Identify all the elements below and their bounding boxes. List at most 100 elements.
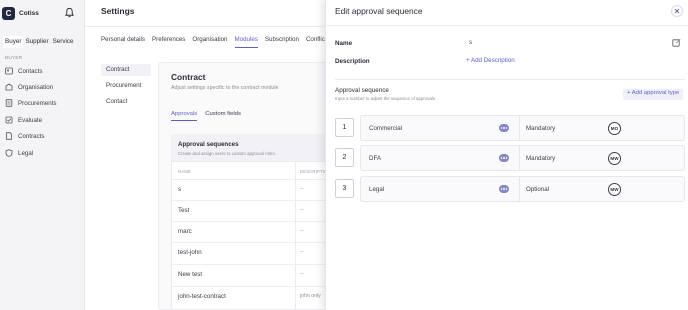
close-button[interactable] — [671, 5, 683, 17]
approvals-card-header — [171, 134, 331, 162]
sequence-hint: Input a number to adjust the sequence of… — [335, 96, 436, 101]
tab-approvals[interactable]: Approvals — [171, 111, 198, 121]
settings-tabs: Personal details Preferences Organisatio… — [101, 36, 327, 49]
table-row[interactable]: test-john -- — [172, 242, 330, 263]
sequence-label: Approval sequence — [335, 87, 389, 94]
sequence-number-input[interactable]: 1 — [335, 118, 354, 137]
page-title: Settings — [101, 6, 135, 16]
sidebar-item-label: Organisation — [18, 83, 54, 91]
tab-preferences[interactable]: Preferences — [152, 36, 185, 48]
row-description: -- — [300, 186, 304, 192]
row-name: s — [178, 186, 182, 193]
role-supplier[interactable]: Supplier — [23, 36, 50, 48]
sidebar-item-label: Contacts — [18, 67, 43, 75]
role-buyer[interactable]: Buyer — [3, 36, 24, 48]
step-name: DFA — [369, 155, 382, 162]
more-options-icon[interactable] — [499, 154, 509, 162]
approvals-description: Create and assign users to custom approv… — [178, 151, 276, 156]
brand-name: Cotiss — [19, 9, 39, 17]
row-name: test-john — [178, 249, 202, 256]
tab-conflict[interactable]: Conflict — [306, 36, 327, 48]
sidebar-item-contacts[interactable]: Contacts — [5, 65, 81, 77]
sub-nav-contract[interactable]: Contract — [101, 64, 151, 76]
table-row[interactable]: s -- — [172, 179, 330, 200]
avatar: MO — [608, 122, 621, 135]
description-label: Description — [335, 58, 370, 65]
step-divider — [519, 177, 520, 201]
sidebar-item-procurements[interactable]: Procurements — [5, 97, 81, 109]
brand-logo: C — [2, 6, 15, 20]
row-name: Test — [178, 207, 190, 214]
avatar: MW — [608, 183, 621, 196]
tab-organisation[interactable]: Organisation — [192, 36, 227, 48]
tab-custom-fields[interactable]: Custom fields — [205, 111, 241, 121]
drawer-section-divider — [335, 79, 685, 80]
procurements-icon — [5, 99, 13, 107]
row-description: -- — [300, 228, 304, 234]
add-approval-type-button[interactable]: + Add approval type — [623, 89, 684, 100]
table-row[interactable]: marc -- — [172, 221, 330, 242]
step-requirement: Optional — [526, 186, 550, 193]
edit-icon[interactable] — [672, 38, 681, 47]
name-label: Name — [335, 40, 353, 47]
row-description: -- — [300, 249, 304, 255]
step-divider — [519, 116, 520, 140]
sequence-step-card: Legal Optional MW — [360, 176, 685, 202]
sub-nav-procurement[interactable]: Procurement — [101, 80, 151, 92]
sequence-step-card: Commercial Mandatory MO — [360, 115, 685, 141]
bell-icon[interactable] — [64, 7, 75, 18]
table-row[interactable]: john-test-contract john only — [172, 286, 330, 307]
column-header-name: NAME — [178, 169, 191, 174]
step-requirement: Mandatory — [526, 125, 556, 132]
step-name: Legal — [369, 186, 385, 193]
sidebar-item-legal[interactable]: Legal — [5, 147, 81, 159]
contracts-icon — [6, 132, 12, 140]
sequence-number-input[interactable]: 2 — [335, 148, 354, 167]
evaluate-icon — [5, 116, 13, 124]
sidebar-section-label: BUYER — [5, 55, 23, 60]
row-description: -- — [300, 271, 304, 277]
sidebar-item-label: Evaluate — [18, 116, 43, 124]
sidebar-item-label: Legal — [18, 149, 34, 157]
sequence-step-card: DFA Mandatory MW — [360, 145, 685, 171]
sidebar-item-label: Contracts — [18, 132, 45, 140]
sub-nav-contact[interactable]: Contact — [101, 96, 151, 108]
sidebar-item-label: Procurements — [18, 99, 57, 107]
role-switcher: Buyer Supplier Service — [3, 36, 77, 48]
more-options-icon[interactable] — [499, 124, 509, 132]
row-name: New test — [178, 271, 203, 278]
avatar: MW — [608, 152, 621, 165]
row-description: -- — [300, 207, 304, 213]
drawer-divider — [325, 25, 688, 26]
name-value: s — [469, 40, 472, 46]
row-name: john-test-contract — [178, 293, 226, 300]
table-row[interactable]: Test -- — [172, 200, 330, 221]
contract-subtitle: Adjust settings specific to the contract… — [171, 85, 279, 91]
step-requirement: Mandatory — [526, 155, 556, 162]
table-row[interactable]: New test -- — [172, 264, 330, 285]
sequence-number-input[interactable]: 3 — [335, 179, 354, 198]
sequence-step: 1 Commercial Mandatory MO — [335, 115, 685, 141]
step-name: Commercial — [369, 125, 403, 132]
module-sub-nav: Contract Procurement Contact — [101, 64, 151, 112]
contract-tabs: Approvals Custom fields — [171, 111, 241, 121]
tab-modules[interactable]: Modules — [234, 36, 258, 48]
sidebar-item-organisation[interactable]: Organisation — [5, 81, 81, 93]
sequence-step: 2 DFA Mandatory MW — [335, 145, 685, 171]
more-options-icon[interactable] — [499, 185, 509, 193]
sidebar-item-contracts[interactable]: Contracts — [5, 130, 81, 142]
step-divider — [519, 146, 520, 170]
contract-title: Contract — [171, 72, 206, 82]
sequence-step: 3 Legal Optional MW — [335, 176, 685, 202]
add-description-link[interactable]: + Add Description — [466, 57, 515, 64]
row-name: marc — [178, 228, 192, 235]
row-description: john only — [300, 293, 321, 299]
role-service[interactable]: Service — [51, 36, 76, 48]
sidebar-item-evaluate[interactable]: Evaluate — [5, 114, 81, 126]
tab-subscription[interactable]: Subscription — [265, 36, 299, 48]
tab-personal-details[interactable]: Personal details — [101, 36, 145, 48]
organisation-icon — [5, 83, 13, 91]
close-icon — [674, 8, 680, 14]
drawer-title: Edit approval sequence — [335, 6, 423, 16]
contacts-icon — [5, 67, 13, 75]
